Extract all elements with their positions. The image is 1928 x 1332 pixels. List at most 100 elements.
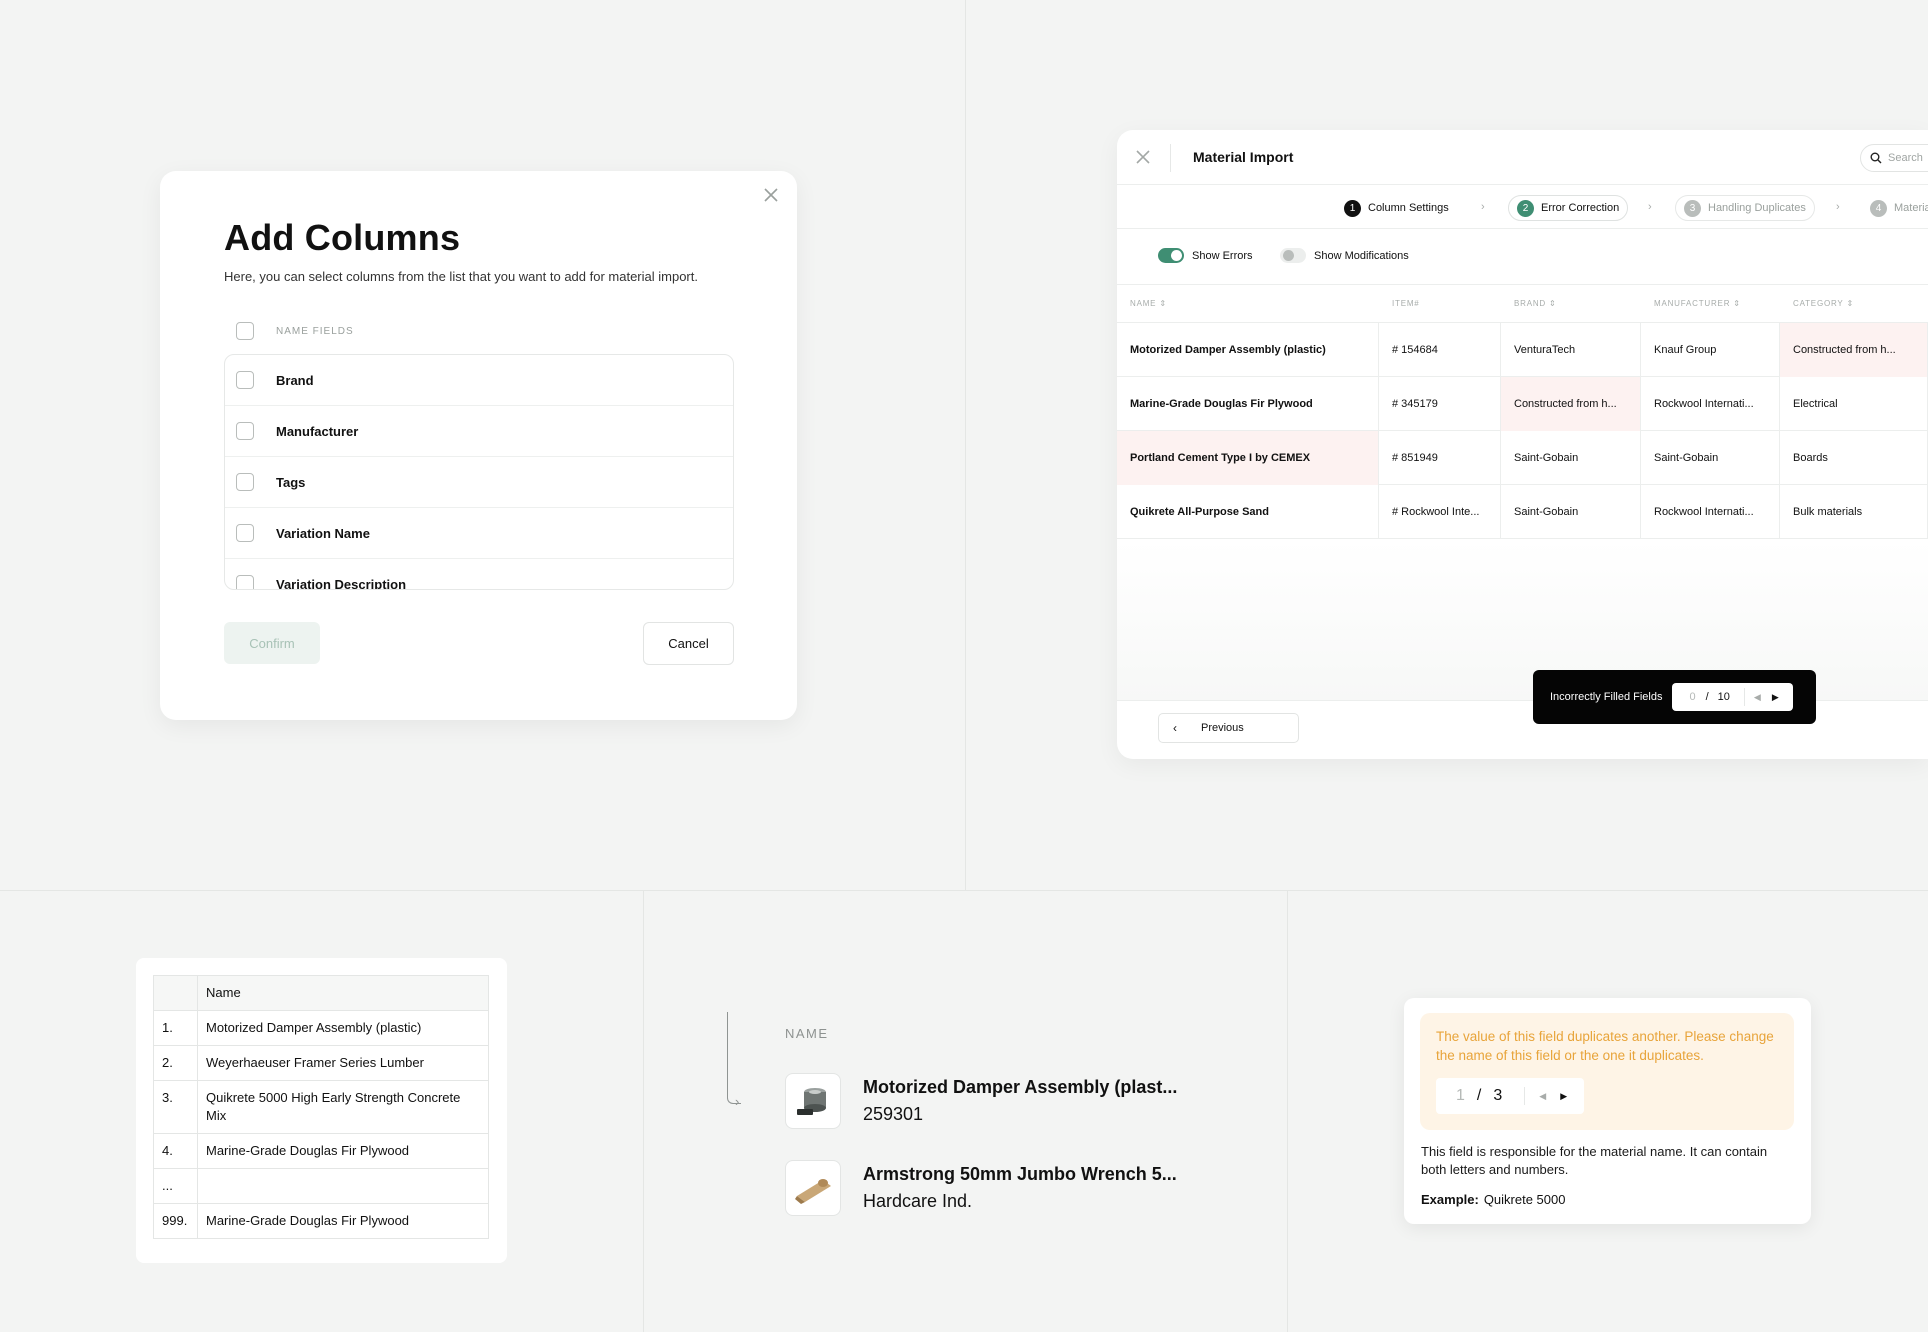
table-row[interactable]: Motorized Damper Assembly (plastic) # 15… (1117, 323, 1928, 377)
column-header-manufacturer[interactable]: MANUFACTURER ⇕ (1654, 299, 1741, 308)
row-index: 1. (153, 1010, 198, 1046)
table-row: 4. Marine-Grade Douglas Fir Plywood (153, 1133, 489, 1169)
table-row[interactable]: Marine-Grade Douglas Fir Plywood # 34517… (1117, 377, 1928, 431)
toggle-label: Show Errors (1192, 249, 1253, 262)
material-card[interactable]: Motorized Damper Assembly (plast... 2593… (785, 1073, 1177, 1129)
column-option-manufacturer[interactable]: Manufacturer (225, 406, 733, 457)
show-errors-toggle[interactable]: Show Errors (1158, 248, 1253, 263)
row-name: Weyerhaeuser Framer Series Lumber (197, 1045, 489, 1081)
column-header-brand[interactable]: BRAND ⇕ (1514, 299, 1557, 308)
divider (643, 890, 644, 1332)
cell-name[interactable]: Marine-Grade Douglas Fir Plywood (1117, 377, 1379, 431)
column-list[interactable]: Brand Manufacturer Tags Variation Name V… (224, 354, 734, 590)
step-label: Error Correction (1541, 202, 1620, 214)
table-header: NAME ⇕ ITEM# BRAND ⇕ MANUFACTURER ⇕ CATE… (1117, 285, 1928, 323)
column-option-tags[interactable]: Tags (225, 457, 733, 508)
cancel-button[interactable]: Cancel (643, 622, 734, 665)
column-header-category[interactable]: CATEGORY ⇕ (1793, 299, 1854, 308)
cell-brand[interactable]: Saint-Gobain (1501, 485, 1641, 539)
cell-manufacturer[interactable]: Rockwool Internati... (1641, 377, 1780, 431)
column-header-name[interactable]: NAME ⇕ (1130, 299, 1167, 308)
cell-category[interactable]: Bulk materials (1780, 485, 1928, 539)
step-label: Column Settings (1368, 202, 1449, 214)
checkbox[interactable] (236, 575, 254, 589)
row-name (197, 1168, 489, 1204)
cell-brand[interactable]: VenturaTech (1501, 323, 1641, 377)
table-row[interactable]: Quikrete All-Purpose Sand # Rockwool Int… (1117, 485, 1928, 539)
cell-name[interactable]: Motorized Damper Assembly (plastic) (1117, 323, 1379, 377)
cell-category[interactable]: Electrical (1780, 377, 1928, 431)
step-error-correction[interactable]: 2 Error Correction (1508, 195, 1629, 221)
column-option-variation-description[interactable]: Variation Description (225, 559, 733, 589)
toggle-switch[interactable] (1158, 248, 1184, 263)
chevron-right-icon: › (1836, 201, 1840, 213)
add-columns-modal: Add Columns Here, you can select columns… (160, 171, 797, 720)
prev-arrow-icon[interactable]: ◀ (1539, 1091, 1546, 1102)
table-header: Name (153, 975, 489, 1011)
cell-item[interactable]: # Rockwool Inte... (1379, 485, 1501, 539)
cell-name-error[interactable]: Portland Cement Type I by CEMEX (1117, 431, 1379, 485)
next-arrow-icon[interactable]: ▶ (1560, 1091, 1567, 1102)
cell-manufacturer[interactable]: Saint-Gobain (1641, 431, 1780, 485)
row-index: ... (153, 1168, 198, 1204)
close-icon[interactable] (1134, 148, 1152, 166)
duplicate-pager: 1 / 3 ◀ ▶ (1436, 1078, 1584, 1114)
step-number: 3 (1684, 199, 1701, 217)
card-subtitle: 259301 (863, 1104, 924, 1124)
cell-category-error[interactable]: Constructed from h... (1780, 323, 1928, 377)
close-icon[interactable] (759, 183, 783, 207)
row-index: 3. (153, 1080, 198, 1134)
toggle-switch[interactable] (1280, 248, 1306, 263)
cell-item[interactable]: # 154684 (1379, 323, 1501, 377)
material-import-window: Material Import Search 1 Column Settings… (1117, 130, 1928, 759)
next-arrow-icon[interactable]: ▶ (1772, 692, 1779, 703)
table-row[interactable]: Portland Cement Type I by CEMEX # 851949… (1117, 431, 1928, 485)
select-all-checkbox[interactable] (236, 322, 254, 340)
cell-manufacturer[interactable]: Knauf Group (1641, 323, 1780, 377)
name-list-card: Name 1. Motorized Damper Assembly (plasti… (136, 958, 507, 1263)
material-card[interactable]: Armstrong 50mm Jumbo Wrench 5... Hardcar… (785, 1160, 1177, 1216)
search-input[interactable]: Search (1860, 144, 1928, 172)
table-row: 999. Marine-Grade Douglas Fir Plywood (153, 1203, 489, 1239)
previous-button[interactable]: ‹ Previous (1158, 713, 1299, 743)
search-icon (1870, 152, 1882, 164)
cell-category[interactable]: Boards (1780, 431, 1928, 485)
column-option-variation-name[interactable]: Variation Name (225, 508, 733, 559)
checkbox[interactable] (236, 422, 254, 440)
checkbox[interactable] (236, 371, 254, 389)
step-materials[interactable]: 4 Materials (1862, 195, 1928, 221)
cell-brand[interactable]: Saint-Gobain (1501, 431, 1641, 485)
step-handling-duplicates[interactable]: 3 Handling Duplicates (1675, 195, 1815, 221)
prev-arrow-icon[interactable]: ◀ (1754, 692, 1761, 703)
card-title: Motorized Damper Assembly (plast... (863, 1077, 1178, 1097)
checkbox[interactable] (236, 473, 254, 491)
cell-name[interactable]: Quikrete All-Purpose Sand (1117, 485, 1379, 539)
pager-current: 1 (1456, 1087, 1465, 1104)
column-option-brand[interactable]: Brand (225, 355, 733, 406)
cell-manufacturer[interactable]: Rockwool Internati... (1641, 485, 1780, 539)
row-index: 2. (153, 1045, 198, 1081)
pager-total: 3 (1493, 1087, 1503, 1104)
pager-total: 10 (1717, 691, 1730, 703)
roll-image-icon (795, 1179, 831, 1204)
table-row: 1. Motorized Damper Assembly (plastic) (153, 1010, 489, 1046)
column-option-label: Manufacturer (276, 423, 359, 439)
cell-item[interactable]: # 345179 (1379, 377, 1501, 431)
duplicate-tooltip: The value of this field duplicates anoth… (1404, 998, 1811, 1224)
cell-brand-error[interactable]: Constructed from h... (1501, 377, 1641, 431)
row-index: 999. (153, 1203, 198, 1239)
confirm-button[interactable]: Confirm (224, 622, 320, 664)
card-subtitle: Hardcare Ind. (863, 1191, 973, 1211)
name-label: NAME (785, 1026, 829, 1041)
show-modifications-toggle[interactable]: Show Modifications (1280, 248, 1409, 263)
name-fields-label: NAME FIELDS (276, 325, 354, 337)
column-option-label: Tags (276, 474, 306, 490)
step-number: 4 (1870, 199, 1887, 217)
column-header-item[interactable]: ITEM# (1392, 299, 1420, 308)
step-label: Handling Duplicates (1708, 202, 1806, 214)
product-thumbnail (785, 1160, 841, 1216)
table-row: 3. Quikrete 5000 High Early Strength Conc… (153, 1080, 489, 1134)
cell-item[interactable]: # 851949 (1379, 431, 1501, 485)
step-column-settings[interactable]: 1 Column Settings (1336, 195, 1457, 221)
checkbox[interactable] (236, 524, 254, 542)
